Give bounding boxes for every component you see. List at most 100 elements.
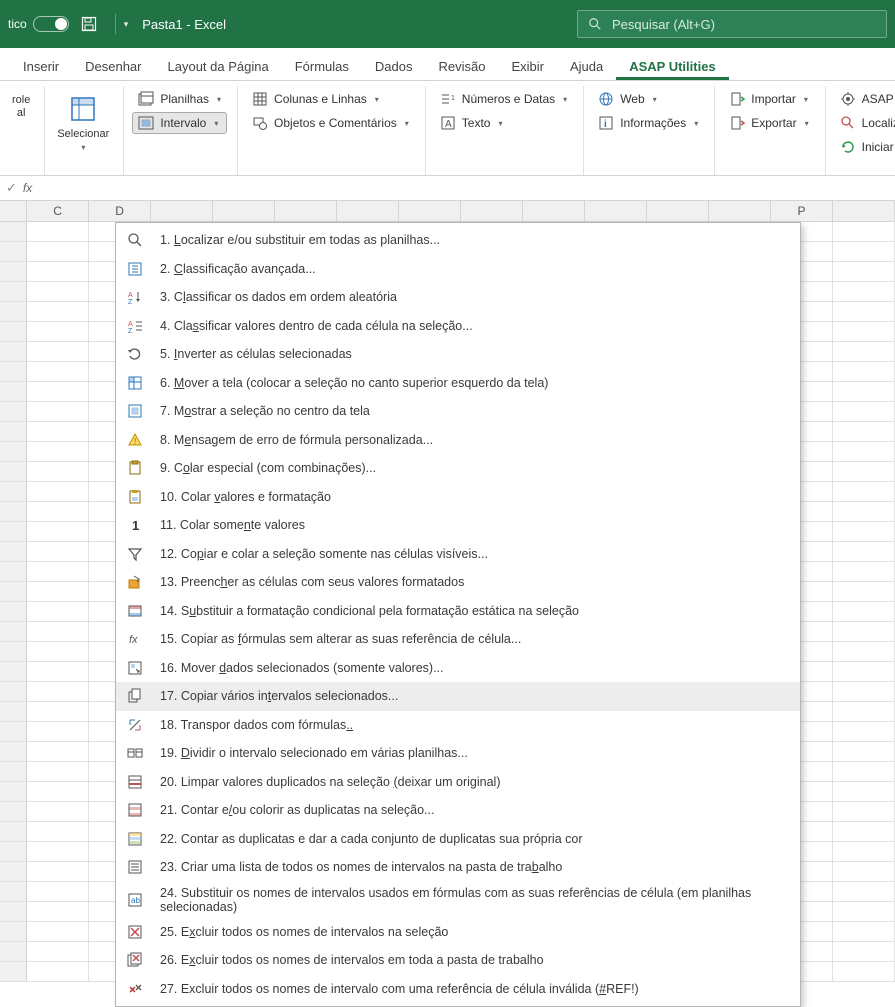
- menu-item-label: 25. Excluir todos os nomes de intervalos…: [160, 925, 448, 939]
- column-header[interactable]: [337, 201, 399, 221]
- tab-exibir[interactable]: Exibir: [498, 52, 557, 80]
- tab-ajuda[interactable]: Ajuda: [557, 52, 616, 80]
- menu-item-14[interactable]: 14. Substituir a formatação condicional …: [116, 597, 800, 626]
- asap-utilities-menu[interactable]: ASAP Utilitie: [834, 88, 895, 110]
- fx-icon: fx: [126, 630, 144, 648]
- moved-icon: [126, 659, 144, 677]
- column-header[interactable]: [461, 201, 523, 221]
- opcoes-label[interactable]: Opçõ: [834, 160, 895, 174]
- intervalo-menu[interactable]: Intervalo▾: [132, 112, 227, 134]
- objetos-menu[interactable]: Objetos e Comentários▾: [246, 112, 415, 134]
- selecionar-button[interactable]: Selecionar ▾: [53, 92, 113, 156]
- sort-icon: [126, 260, 144, 278]
- paste-icon: [126, 459, 144, 477]
- one-icon: 1: [126, 516, 144, 534]
- invert-icon: [126, 345, 144, 363]
- menu-item-12[interactable]: 12. Copiar e colar a seleção somente nas…: [116, 540, 800, 569]
- menu-item-4[interactable]: AZ4. Classificar valores dentro de cada …: [116, 312, 800, 341]
- menu-item-1[interactable]: 1. Localizar e/ou substituir em todas as…: [116, 226, 800, 255]
- fx-icon[interactable]: fx: [23, 181, 32, 195]
- menu-item-23[interactable]: 23. Criar uma lista de todos os nomes de…: [116, 853, 800, 882]
- menu-item-20[interactable]: 20. Limpar valores duplicados na seleção…: [116, 768, 800, 797]
- menu-item-6[interactable]: 6. Mover a tela (colocar a seleção no ca…: [116, 369, 800, 398]
- column-header[interactable]: [213, 201, 275, 221]
- column-header[interactable]: [151, 201, 213, 221]
- azlines-icon: AZ: [126, 317, 144, 335]
- column-header[interactable]: [275, 201, 337, 221]
- del3-icon: [126, 980, 144, 998]
- column-header[interactable]: [647, 201, 709, 221]
- menu-item-11[interactable]: 111. Colar somente valores: [116, 511, 800, 540]
- controle-button[interactable]: role al: [8, 92, 34, 122]
- save-icon[interactable]: [81, 16, 97, 32]
- count2-icon: [126, 830, 144, 848]
- menu-item-27[interactable]: 27. Excluir todos os nomes de intervalo …: [116, 975, 800, 1004]
- ribbon-tabs: InserirDesenharLayout da PáginaFórmulasD…: [0, 48, 895, 81]
- exportar-menu[interactable]: Exportar▾: [723, 112, 814, 134]
- column-header[interactable]: [585, 201, 647, 221]
- qat-dropdown[interactable]: ▾: [124, 19, 129, 30]
- texto-menu[interactable]: A Texto▾: [434, 112, 573, 134]
- menu-item-10[interactable]: 10. Colar valores e formatação: [116, 483, 800, 512]
- tab-layout-da-página[interactable]: Layout da Página: [155, 52, 282, 80]
- iniciar-ultima-menu[interactable]: Iniciar a últi: [834, 136, 895, 158]
- spreadsheet-grid[interactable]: 1. Localizar e/ou substituir em todas as…: [0, 222, 895, 982]
- menu-item-label: 17. Copiar vários intervalos selecionado…: [160, 689, 398, 703]
- menu-item-label: 14. Substituir a formatação condicional …: [160, 604, 579, 618]
- cancel-icon[interactable]: ✓: [6, 180, 17, 196]
- autosave-toggle[interactable]: [33, 16, 69, 32]
- column-header[interactable]: P: [771, 201, 833, 221]
- repl-icon: ab: [126, 891, 144, 909]
- warn-icon: !: [126, 431, 144, 449]
- column-header[interactable]: [709, 201, 771, 221]
- colunas-menu[interactable]: Colunas e Linhas▾: [246, 88, 415, 110]
- numeros-menu[interactable]: 1 Números e Datas▾: [434, 88, 573, 110]
- importar-menu[interactable]: Importar▾: [723, 88, 814, 110]
- menu-item-2[interactable]: 2. Classificação avançada...: [116, 255, 800, 284]
- menu-item-19[interactable]: 19. Dividir o intervalo selecionado em v…: [116, 739, 800, 768]
- menu-item-8[interactable]: ! 8. Mensagem de erro de fórmula personal…: [116, 426, 800, 455]
- column-headers: CD P: [0, 201, 895, 222]
- menu-item-13[interactable]: 13. Preencher as células com seus valore…: [116, 568, 800, 597]
- tab-inserir[interactable]: Inserir: [10, 52, 72, 80]
- menu-item-label: 6. Mover a tela (colocar a seleção no ca…: [160, 376, 548, 390]
- menu-item-15[interactable]: fx15. Copiar as fórmulas sem alterar as …: [116, 625, 800, 654]
- menu-item-5[interactable]: 5. Inverter as células selecionadas: [116, 340, 800, 369]
- column-header[interactable]: [833, 201, 895, 221]
- planilhas-menu[interactable]: Planilhas▾: [132, 88, 227, 110]
- menu-item-25[interactable]: 25. Excluir todos os nomes de intervalos…: [116, 918, 800, 947]
- tab-fórmulas[interactable]: Fórmulas: [282, 52, 362, 80]
- tab-dados[interactable]: Dados: [362, 52, 426, 80]
- web-menu[interactable]: Web▾: [592, 88, 704, 110]
- informacoes-menu[interactable]: i Informações▾: [592, 112, 704, 134]
- column-header[interactable]: [523, 201, 585, 221]
- tab-desenhar[interactable]: Desenhar: [72, 52, 154, 80]
- tab-asap-utilities[interactable]: ASAP Utilities: [616, 52, 728, 80]
- menu-item-label: 1. Localizar e/ou substituir em todas as…: [160, 233, 440, 247]
- menu-item-16[interactable]: 16. Mover dados selecionados (somente va…: [116, 654, 800, 683]
- menu-item-18[interactable]: 18. Transpor dados com fórmulas..: [116, 711, 800, 740]
- menu-item-26[interactable]: 26. Excluir todos os nomes de intervalos…: [116, 946, 800, 975]
- menu-item-label: 12. Copiar e colar a seleção somente nas…: [160, 547, 488, 561]
- cond-icon: [126, 602, 144, 620]
- menu-item-7[interactable]: 7. Mostrar a seleção no centro da tela: [116, 397, 800, 426]
- menu-item-9[interactable]: 9. Colar especial (com combinações)...: [116, 454, 800, 483]
- svg-text:A: A: [128, 321, 133, 328]
- tab-revisão[interactable]: Revisão: [425, 52, 498, 80]
- column-header[interactable]: [0, 201, 27, 221]
- menu-item-label: 16. Mover dados selecionados (somente va…: [160, 661, 444, 675]
- column-header[interactable]: D: [89, 201, 151, 221]
- column-header[interactable]: [399, 201, 461, 221]
- menu-item-21[interactable]: 21. Contar e/ou colorir as duplicatas na…: [116, 796, 800, 825]
- formula-bar: ✓ fx: [0, 176, 895, 201]
- split-icon: [126, 744, 144, 762]
- search-box[interactable]: Pesquisar (Alt+G): [577, 10, 887, 38]
- menu-item-17[interactable]: 17. Copiar vários intervalos selecionado…: [116, 682, 800, 711]
- menu-item-3[interactable]: AZ3. Classificar os dados em ordem aleat…: [116, 283, 800, 312]
- menu-item-24[interactable]: ab24. Substituir os nomes de intervalos …: [116, 882, 800, 918]
- menu-item-label: 8. Mensagem de erro de fórmula personali…: [160, 433, 433, 447]
- column-header[interactable]: C: [27, 201, 89, 221]
- localizar-menu[interactable]: Localizar e e: [834, 112, 895, 134]
- menu-item-22[interactable]: 22. Contar as duplicatas e dar a cada co…: [116, 825, 800, 854]
- ribbon: role al Selecionar ▾ Planilhas▾ Interval…: [0, 81, 895, 176]
